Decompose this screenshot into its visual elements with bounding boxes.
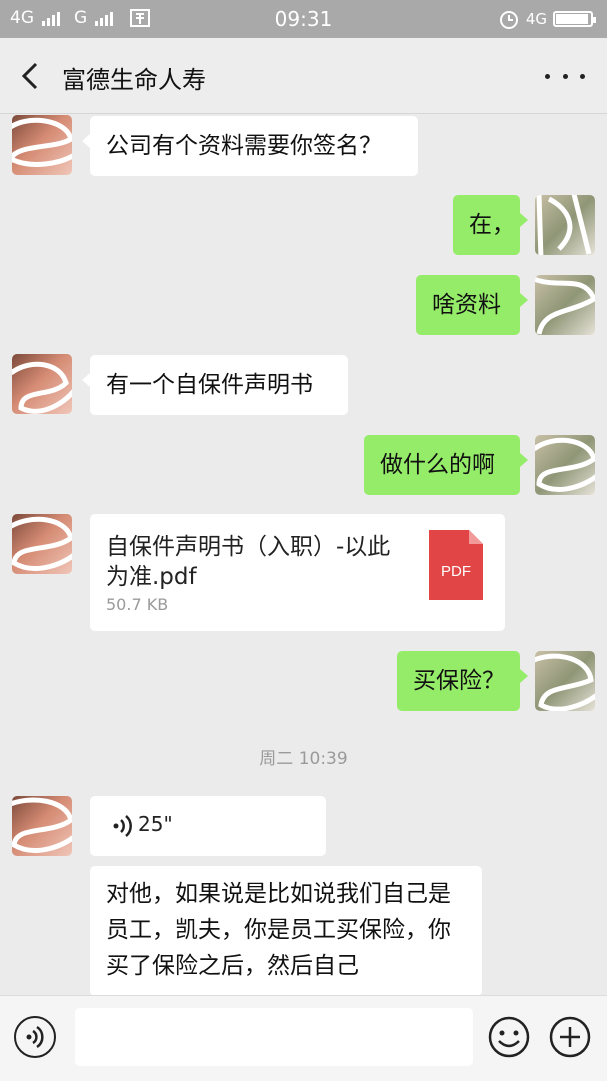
my-avatar[interactable] [535,435,595,495]
battery-icon [553,11,596,27]
network-label-4g-right: 4G [525,10,547,28]
time-divider: 周二 10:39 [259,749,348,769]
pdf-label: PDF [441,563,471,580]
status-right: 4G [498,8,596,30]
message-sent: 啥资料 [416,275,528,335]
input-bar [0,995,607,1081]
message-received: 对他，如果说是比如说我们自己是员工，凯夫，你是员工买保险，你买了保险之后，然后自… [90,866,482,996]
message-sent: 做什么的啊 [364,435,528,495]
file-size: 50.7 KB [106,595,169,614]
voice-wave-icon [113,815,132,837]
scribble-overlay [535,276,595,335]
chat-title: 富德生命人寿 [62,66,206,94]
scribble-overlay [12,361,72,414]
alarm-icon [499,11,518,29]
my-avatar[interactable] [535,195,595,255]
message-sent: 在， [453,195,528,255]
message-received: 公司有个资料需要你签名？ [82,116,418,176]
contact-avatar[interactable] [12,514,72,574]
voice-message[interactable]: 25" [90,796,326,856]
contact-avatar[interactable] [12,354,72,414]
battery-level [556,14,588,24]
scribble-overlay [535,653,595,711]
contact-avatar[interactable] [12,796,72,856]
my-avatar[interactable] [535,651,595,711]
plus-icon[interactable] [549,1016,591,1058]
scribble-overlay [12,797,72,853]
message-received: 有一个自保件声明书 [82,355,348,415]
file-message-card[interactable]: 自保件声明书（入职）-以此为准.pdf 50.7 KB PDF [90,514,505,631]
dot-icon [545,73,550,79]
more-options-button[interactable] [545,58,585,94]
voice-input-button[interactable] [14,1016,56,1058]
scribble-overlay [12,516,72,571]
my-avatar[interactable] [535,275,595,335]
dot-icon [580,73,585,79]
voice-duration: 25" [138,812,173,836]
pdf-file-icon: PDF [429,530,483,600]
scribble-overlay [535,437,595,492]
back-arrow-icon[interactable] [14,58,50,94]
emoji-icon[interactable] [488,1016,530,1058]
status-bar: 4G G 09:31 4G [0,0,607,38]
message-sent: 买保险？ [397,651,528,711]
chat-header: 富德生命人寿 [0,38,607,114]
file-name: 自保件声明书（入职）-以此为准.pdf [106,534,391,590]
dot-icon [562,73,568,79]
contact-avatar[interactable] [12,115,72,175]
message-input[interactable] [75,1008,473,1066]
scribble-overlay [12,117,72,167]
voice-icon [26,1025,44,1049]
scribble-overlay [536,195,592,255]
